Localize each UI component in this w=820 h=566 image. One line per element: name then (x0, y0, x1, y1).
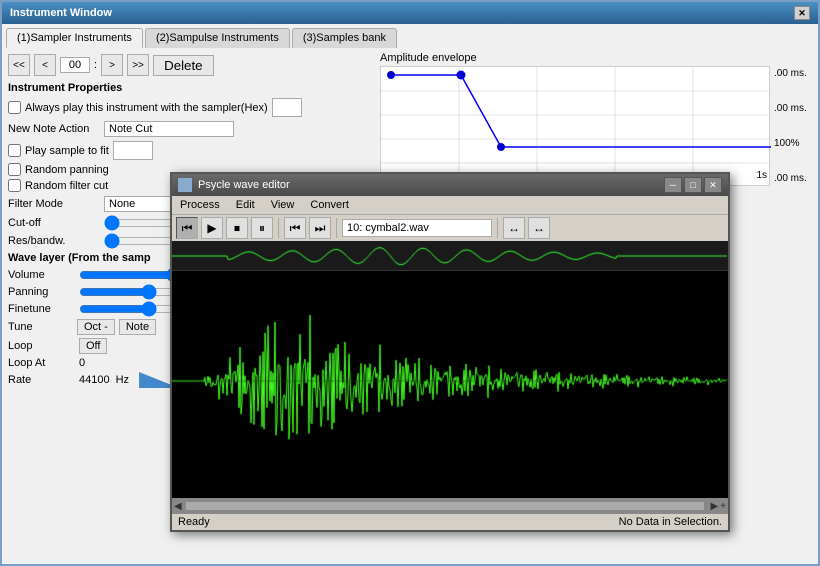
wave-status-bar: Ready No Data in Selection. (172, 514, 728, 530)
waveform-main (172, 271, 728, 498)
new-note-dropdown-wrapper: Note Cut Note Off None Continue (104, 121, 234, 137)
nav-controls: << < 00 : > >> Delete (6, 52, 376, 78)
colon-label: : (94, 59, 97, 71)
new-note-dropdown[interactable]: Note Cut Note Off None Continue (104, 121, 234, 137)
wave-title-left: Psycle wave editor (178, 178, 290, 192)
wave-maximize-button[interactable]: □ (684, 177, 702, 193)
random-panning-checkbox[interactable] (8, 163, 21, 176)
amplitude-canvas: 1s (380, 66, 770, 186)
wave-scrollbar[interactable]: ◀ ▶ + (172, 498, 728, 514)
pause-button[interactable]: ⏸ (251, 217, 273, 239)
next-button[interactable]: > (101, 54, 123, 76)
panning-label: Panning (8, 286, 73, 298)
always-play-row: Always play this instrument with the sam… (8, 98, 374, 117)
wave-status-right: No Data in Selection. (619, 516, 722, 528)
wave-editor-icon (178, 178, 192, 192)
wave-editor-title: Psycle wave editor (198, 179, 290, 191)
amplitude-label: Amplitude envelope (380, 52, 814, 64)
right-label-1: .00 ms. (774, 103, 807, 114)
instrument-window: Instrument Window ✕ (1)Sampler Instrumen… (0, 0, 820, 566)
close-button[interactable]: ✕ (794, 6, 810, 20)
file-dropdown[interactable]: 10: cymbal2.wav (342, 219, 492, 237)
random-filter-label: Random filter cut (25, 180, 108, 192)
tune-label: Tune (8, 321, 73, 333)
toolbar-separator-2 (336, 218, 337, 238)
wave-menu-view[interactable]: View (267, 198, 299, 212)
right-label-3: .00 ms. (774, 173, 807, 184)
loop-at-value: 0 (79, 357, 85, 369)
wave-menu-process[interactable]: Process (176, 198, 224, 212)
scrollbar-track (186, 502, 705, 510)
hex-input[interactable] (272, 98, 302, 117)
main-waveform-canvas (172, 271, 728, 491)
oct-button[interactable]: Oct - (77, 319, 115, 335)
wave-menu-convert[interactable]: Convert (306, 198, 353, 212)
new-note-row: New Note Action Note Cut Note Off None C… (8, 121, 374, 137)
right-label-0: .00 ms. (774, 68, 807, 79)
tab-samples-bank[interactable]: (3)Samples bank (292, 28, 397, 48)
hz-label: Hz (116, 374, 129, 386)
forward-button[interactable]: >> (127, 54, 149, 76)
volume-label: Volume (8, 269, 73, 281)
wave-toolbar: ⏮ ▶ ⏹ ⏸ ⏮ ⏭ 10: cymbal2.wav ↔ ↔ (172, 214, 728, 241)
rewind-button[interactable]: << (8, 54, 30, 76)
random-panning-label: Random panning (25, 164, 109, 176)
skip-back-button[interactable]: ⏮ (284, 217, 306, 239)
toolbar-separator (278, 218, 279, 238)
new-note-label: New Note Action (8, 123, 98, 135)
num-display: 00 (60, 57, 90, 73)
rate-label: Rate (8, 374, 73, 386)
finetune-label: Finetune (8, 303, 73, 315)
play-button[interactable]: ▶ (201, 217, 223, 239)
prev-button[interactable]: < (34, 54, 56, 76)
overview-canvas (172, 241, 728, 271)
wave-menu-edit[interactable]: Edit (232, 198, 259, 212)
time-label: 1s (756, 170, 767, 181)
waveform-overview (172, 241, 728, 271)
play-sample-checkbox[interactable] (8, 144, 21, 157)
loop-value-button[interactable]: Off (79, 338, 107, 354)
tab-bar: (1)Sampler Instruments (2)Sampulse Instr… (2, 24, 818, 48)
wave-title-buttons: ─ □ ✕ (664, 177, 722, 193)
toolbar-separator-3 (497, 218, 498, 238)
loop-label: Loop (8, 340, 73, 352)
file-dropdown-wrapper: 10: cymbal2.wav (342, 219, 492, 237)
wave-title-bar: Psycle wave editor ─ □ ✕ (172, 174, 728, 196)
always-play-checkbox[interactable] (8, 101, 21, 114)
wave-editor-window: Psycle wave editor ─ □ ✕ Process Edit Vi… (170, 172, 730, 532)
rate-value: 44100 (79, 374, 110, 386)
res-label: Res/bandw. (8, 235, 98, 247)
wave-close-button[interactable]: ✕ (704, 177, 722, 193)
wave-status-left: Ready (178, 516, 210, 528)
right-labels: .00 ms. .00 ms. 100% .00 ms. (770, 66, 811, 186)
loop-button-2[interactable]: ↔ (528, 217, 550, 239)
skip-forward-button[interactable]: ⏭ (309, 217, 331, 239)
play-sample-row: Play sample to fit 16 (8, 141, 374, 160)
stop-button[interactable]: ⏹ (226, 217, 248, 239)
play-value-input[interactable]: 16 (113, 141, 153, 160)
tab-sampler-instruments[interactable]: (1)Sampler Instruments (6, 28, 143, 48)
loop-at-label: Loop At (8, 357, 73, 369)
play-sample-label: Play sample to fit (25, 145, 109, 157)
amplitude-svg (381, 67, 771, 187)
play-back-to-start-button[interactable]: ⏮ (176, 217, 198, 239)
wave-menu-bar: Process Edit View Convert (172, 196, 728, 214)
title-bar-buttons: ✕ (794, 6, 810, 20)
waveform-area: ◀ ▶ + (172, 241, 728, 514)
filter-mode-label: Filter Mode (8, 198, 98, 210)
cutoff-label: Cut-off (8, 217, 98, 229)
title-bar: Instrument Window ✕ (2, 2, 818, 24)
wave-editor-inner: Psycle wave editor ─ □ ✕ Process Edit Vi… (172, 174, 728, 530)
note-button[interactable]: Note (119, 319, 156, 335)
tab-sampulse-instruments[interactable]: (2)Sampulse Instruments (145, 28, 290, 48)
delete-button[interactable]: Delete (153, 55, 214, 76)
always-play-label: Always play this instrument with the sam… (25, 102, 268, 114)
right-label-2: 100% (774, 138, 807, 149)
wave-minimize-button[interactable]: ─ (664, 177, 682, 193)
scrollbar-thumb[interactable] (186, 502, 705, 510)
instrument-props-label: Instrument Properties (8, 82, 374, 94)
loop-button-1[interactable]: ↔ (503, 217, 525, 239)
random-filter-checkbox[interactable] (8, 179, 21, 192)
window-title: Instrument Window (10, 7, 112, 19)
